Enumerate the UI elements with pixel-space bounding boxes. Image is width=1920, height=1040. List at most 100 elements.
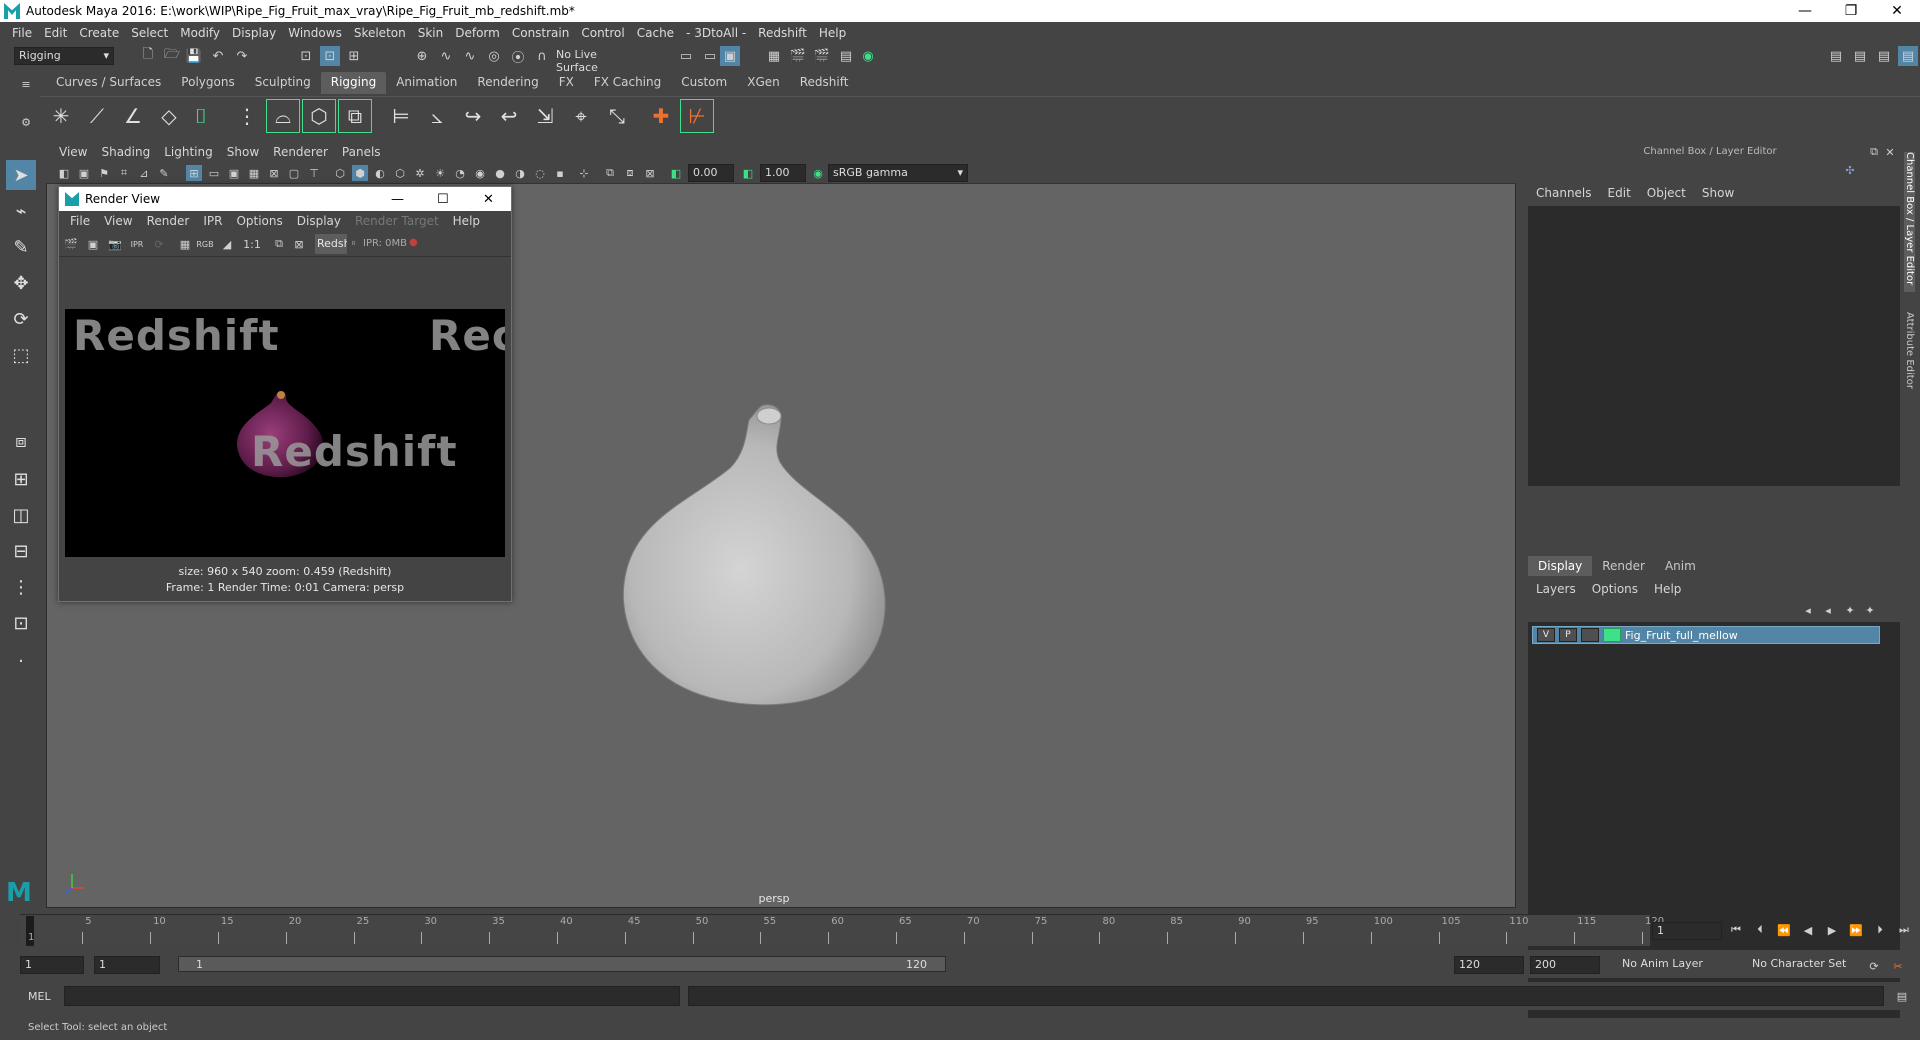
smooth-wireframe-icon[interactable]: ⊠: [642, 165, 658, 181]
move-layer-up-icon[interactable]: ◂: [1800, 602, 1816, 618]
renderer-field[interactable]: Redsh: [315, 234, 347, 254]
channel-box-menu-channels[interactable]: Channels: [1528, 186, 1600, 200]
exposure-icon[interactable]: ◧: [668, 165, 684, 181]
menu-select[interactable]: Select: [125, 26, 174, 40]
snapshot-icon[interactable]: 📷: [107, 236, 123, 252]
gate-mask-icon[interactable]: ▦: [246, 165, 262, 181]
color-management-icon[interactable]: ◉: [810, 165, 826, 181]
anim-layer-dropdown[interactable]: No Anim Layer: [1618, 956, 1738, 974]
menu-redshift[interactable]: Redshift: [752, 26, 813, 40]
bind-skin-icon[interactable]: ⋮: [230, 99, 264, 133]
new-scene-icon[interactable]: 🗋: [138, 46, 158, 66]
shelf-tab-polygons[interactable]: Polygons: [171, 72, 244, 94]
render-view-menu-view[interactable]: View: [97, 214, 139, 228]
shelf-tab-fx[interactable]: FX: [549, 72, 584, 94]
shelf-tab-sculpting[interactable]: Sculpting: [245, 72, 321, 94]
render-view-menu-options[interactable]: Options: [229, 214, 289, 228]
render-view-window-icon[interactable]: ▤: [836, 46, 856, 66]
side-tab-channel-box[interactable]: Channel Box / Layer Editor: [1904, 152, 1915, 292]
channel-box-tool-icon[interactable]: ✣: [1842, 162, 1858, 178]
custom-rig-icon[interactable]: ⊬: [680, 99, 714, 133]
layer-menu-help[interactable]: Help: [1646, 582, 1689, 596]
hypershade-layout-icon[interactable]: ⋮: [6, 572, 36, 602]
locator-icon[interactable]: ✚: [644, 99, 678, 133]
image-plane-icon[interactable]: ⌗: [116, 165, 132, 181]
shelf-menu-icon[interactable]: ≡: [18, 76, 34, 92]
character-set-dropdown[interactable]: No Character Set: [1748, 956, 1868, 974]
shelf-settings-icon[interactable]: ⚙: [18, 114, 34, 130]
select-hierarchy-icon[interactable]: ⊡: [296, 46, 316, 66]
select-component-icon[interactable]: ⊞: [344, 46, 364, 66]
range-slider[interactable]: [178, 956, 946, 972]
keep-image-icon[interactable]: ⧉: [271, 236, 287, 252]
camera-attributes-icon[interactable]: ▣: [76, 165, 92, 181]
motion-blur-icon[interactable]: ●: [492, 165, 508, 181]
menu-modify[interactable]: Modify: [174, 26, 226, 40]
animation-preferences-icon[interactable]: ✂: [1890, 958, 1906, 974]
snap-grid-icon[interactable]: ⊕: [412, 46, 432, 66]
snap-view-plane-icon[interactable]: ◎: [484, 46, 504, 66]
layer-tab-display[interactable]: Display: [1528, 556, 1593, 576]
redo-previous-render-icon[interactable]: 🎬: [63, 236, 79, 252]
gamma-field[interactable]: 1.00: [760, 164, 806, 182]
close-window-button[interactable]: ✕: [1874, 0, 1920, 22]
channel-box-menu-edit[interactable]: Edit: [1600, 186, 1639, 200]
restore-button[interactable]: ❐: [1828, 0, 1874, 22]
live-surface-field[interactable]: No Live Surface: [552, 47, 642, 74]
scale-constraint-icon[interactable]: ⇲: [528, 99, 562, 133]
create-joints-icon[interactable]: ✳: [44, 99, 78, 133]
render-settings-icon[interactable]: ▦: [177, 236, 193, 252]
safe-action-icon[interactable]: ▢: [286, 165, 302, 181]
xray-active-components-icon[interactable]: ⧉: [602, 165, 618, 181]
camera-select-icon[interactable]: ◧: [56, 165, 72, 181]
viewport-menu-lighting[interactable]: Lighting: [157, 145, 220, 159]
float-panel-icon[interactable]: ⧉: [1866, 144, 1882, 160]
viewport-menu-show[interactable]: Show: [220, 145, 266, 159]
grease-pencil-icon[interactable]: ✎: [156, 165, 172, 181]
layer-playback-toggle[interactable]: P: [1559, 628, 1577, 642]
shelf-tab-curves-surfaces[interactable]: Curves / Surfaces: [46, 72, 171, 94]
render-view-menu-help[interactable]: Help: [446, 214, 487, 228]
render-view-menu-file[interactable]: File: [63, 214, 97, 228]
layer-menu-options[interactable]: Options: [1584, 582, 1646, 596]
magnet-icon[interactable]: ∩: [532, 46, 552, 66]
mirror-joint-icon[interactable]: ◇: [152, 99, 186, 133]
step-forward-key-icon[interactable]: ⏩: [1848, 922, 1864, 938]
ik-handle-icon[interactable]: ⟋: [80, 99, 114, 133]
xray-joints-icon[interactable]: ⊹: [576, 165, 592, 181]
snap-live-icon[interactable]: ⦿: [508, 46, 528, 66]
go-to-end-icon[interactable]: ⏭: [1896, 922, 1912, 938]
lattice-icon[interactable]: ⌓: [266, 99, 300, 133]
toolbox-collapse-icon[interactable]: ·: [6, 646, 36, 676]
ipr-render-icon[interactable]: 🎬: [812, 46, 832, 66]
input-ops-icon[interactable]: ▭: [676, 46, 696, 66]
play-forwards-icon[interactable]: ▶: [1824, 922, 1840, 938]
snap-curve-icon[interactable]: ∿: [436, 46, 456, 66]
hypershade-icon[interactable]: ◉: [858, 46, 878, 66]
menu-3dtoall[interactable]: - 3DtoAll -: [680, 26, 752, 40]
menu-help[interactable]: Help: [813, 26, 852, 40]
multisample-aa-icon[interactable]: ◑: [512, 165, 528, 181]
menu-file[interactable]: File: [6, 26, 38, 40]
screen-space-ao-icon[interactable]: ◉: [472, 165, 488, 181]
resolution-gate-icon[interactable]: ▣: [226, 165, 242, 181]
smooth-shade-icon[interactable]: ⬢: [352, 165, 368, 181]
viewport-menu-shading[interactable]: Shading: [94, 145, 157, 159]
channel-box-toggle-icon[interactable]: ▤: [1898, 46, 1918, 66]
view-transform-dropdown[interactable]: sRGB gamma ▾: [828, 164, 968, 182]
shelf-tab-redshift[interactable]: Redshift: [790, 72, 859, 94]
attribute-editor-toggle-icon[interactable]: ▤: [1850, 46, 1870, 66]
minimize-button[interactable]: —: [1782, 0, 1828, 22]
persp-node-layout-icon[interactable]: ⊡: [6, 608, 36, 638]
play-backwards-icon[interactable]: ◀: [1800, 922, 1816, 938]
viewport-menu-panels[interactable]: Panels: [335, 145, 388, 159]
ipr-render-button[interactable]: IPR: [129, 236, 145, 252]
render-image[interactable]: Redshift Rec Redshift: [65, 309, 505, 557]
ik-spline-icon[interactable]: ∠: [116, 99, 150, 133]
animation-end-field[interactable]: 200: [1530, 956, 1600, 974]
shelf-tab-xgen[interactable]: XGen: [737, 72, 790, 94]
rgb-channel-button[interactable]: RGB: [196, 236, 213, 252]
layer-color-swatch[interactable]: [1603, 628, 1621, 642]
paint-select-tool-icon[interactable]: ✎: [6, 232, 36, 262]
playback-start-field[interactable]: 1: [94, 956, 160, 974]
